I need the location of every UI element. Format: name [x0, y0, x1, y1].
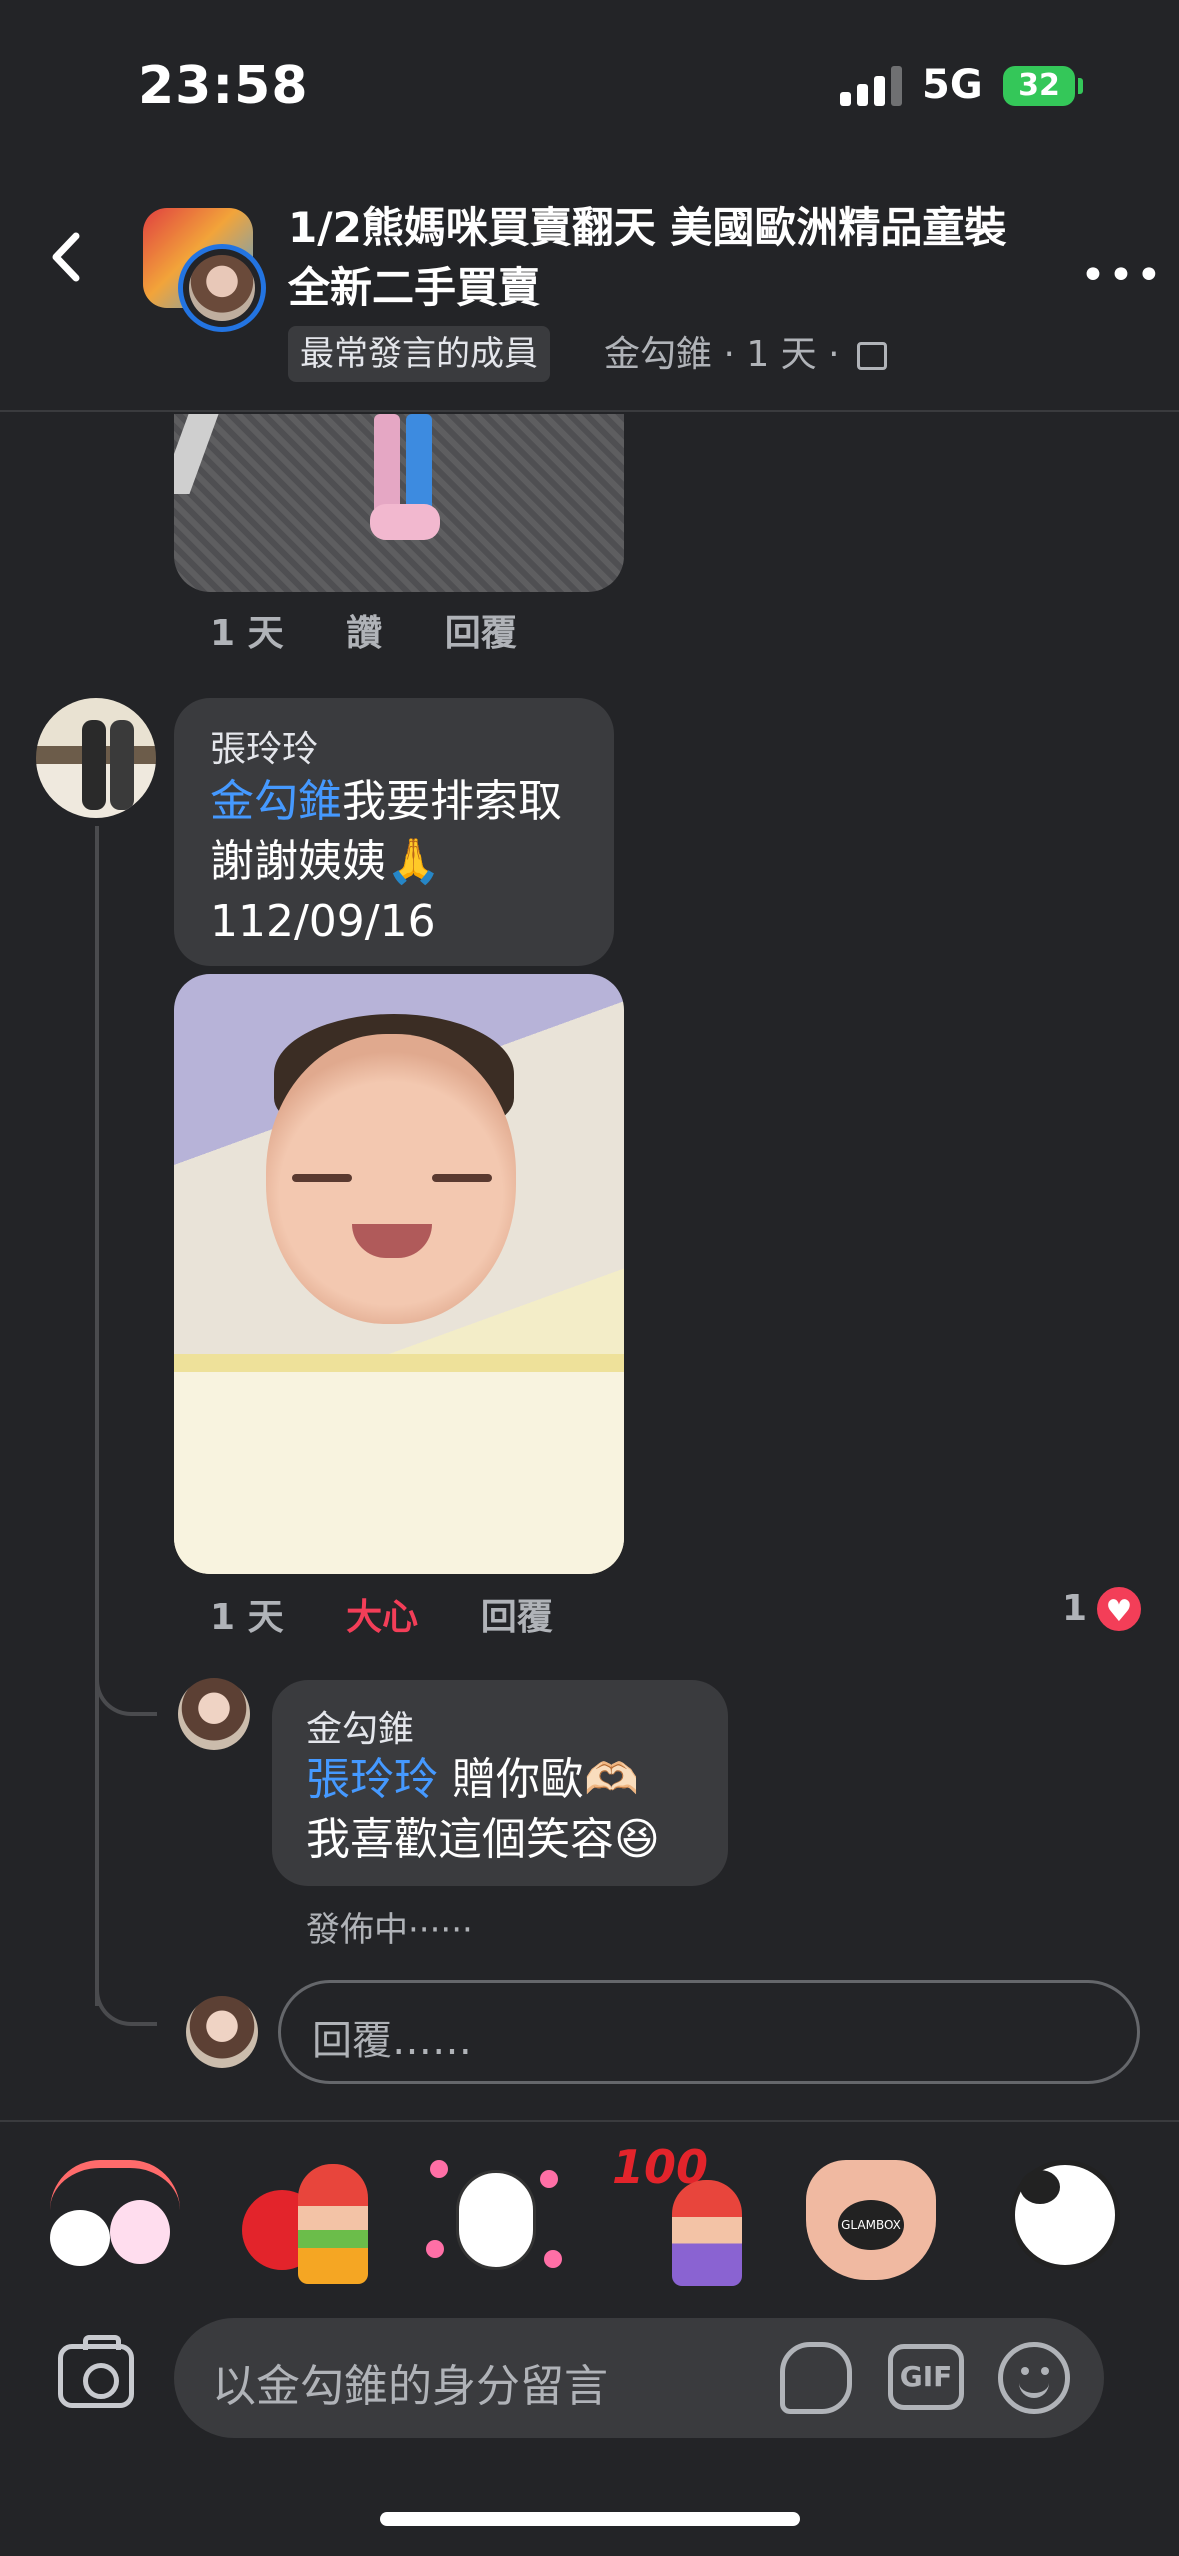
top-contributor-badge: 最常發言的成員	[288, 326, 550, 382]
sticker-heart-hands[interactable]: GLAMBOX	[796, 2140, 946, 2290]
status-time: 23:58	[138, 56, 309, 116]
gif-button[interactable]: GIF	[888, 2344, 964, 2410]
group-title[interactable]: 1/2熊媽咪買賣翻天 美國歐洲精品童裝全新二手買賣	[288, 198, 1048, 318]
mention-link[interactable]: 金勾錐	[210, 776, 342, 827]
thread-connector	[95, 1660, 157, 1716]
comment-line-3: 112/09/16	[210, 896, 436, 947]
avatar[interactable]	[178, 1678, 250, 1750]
comment-placeholder: 以金勾錐的身分留言	[212, 2361, 608, 2412]
member-avatar[interactable]	[178, 244, 266, 332]
sticker-hundred-girl[interactable]: 100	[612, 2140, 762, 2290]
reply-placeholder: 回覆……	[312, 2018, 472, 2064]
comment-author[interactable]: 張玲玲	[210, 720, 318, 772]
battery-tip	[1078, 78, 1083, 94]
sticker-kanahei[interactable]	[40, 2140, 190, 2290]
thread-connector	[95, 1970, 157, 2026]
network-type: 5G	[922, 62, 983, 108]
comment-line-1: 我要排索取	[342, 776, 562, 827]
comment-line-2: 謝謝姨姨🙏	[210, 836, 441, 887]
group-privacy-icon	[857, 342, 888, 370]
signal-icon	[840, 66, 902, 106]
reply-button[interactable]: 回覆	[481, 1597, 553, 1638]
love-reaction-button[interactable]: 大心	[346, 1597, 418, 1638]
reply-line-1: 贈你歐🫶🏻	[438, 1754, 639, 1805]
mention-link[interactable]: 張玲玲	[306, 1754, 438, 1805]
back-button[interactable]	[40, 222, 100, 292]
sticker-heart-girl[interactable]	[232, 2140, 382, 2290]
battery-icon: 32	[1003, 66, 1075, 106]
sticker-bear-hearts[interactable]	[420, 2140, 570, 2290]
comment-text: 金勾錐我要排索取	[210, 772, 562, 832]
reaction-count[interactable]: 1	[1062, 1588, 1087, 1629]
comment-photo-baby[interactable]	[174, 974, 624, 1574]
comment-bubble[interactable]: 張玲玲 金勾錐我要排索取 謝謝姨姨🙏 112/09/16	[174, 698, 614, 966]
avatar[interactable]	[36, 698, 156, 818]
post-meta: 金勾錐 · 1 天 ·	[604, 330, 888, 380]
thread-line	[95, 826, 99, 2006]
comment-actions: 1 天 讚 回覆	[210, 604, 567, 656]
heart-icon[interactable]: ♥	[1094, 1584, 1144, 1634]
comment-photo-street[interactable]	[174, 414, 624, 592]
composer-divider	[0, 2120, 1179, 2122]
reply-bubble[interactable]: 金勾錐 張玲玲 贈你歐🫶🏻 我喜歡這個笑容😆	[272, 1680, 728, 1886]
home-indicator	[380, 2512, 800, 2526]
reply-button[interactable]: 回覆	[445, 613, 517, 654]
chevron-left-icon	[52, 232, 80, 282]
avatar	[186, 1996, 258, 2068]
sticker-icon[interactable]	[780, 2342, 852, 2414]
camera-icon[interactable]	[58, 2335, 134, 2408]
comment-time: 1 天	[210, 613, 284, 654]
post-meta-text: 金勾錐 · 1 天 ·	[604, 334, 840, 375]
reply-author[interactable]: 金勾錐	[306, 1700, 414, 1752]
reply-text: 張玲玲 贈你歐🫶🏻	[306, 1750, 639, 1810]
more-options-icon[interactable]: •••	[1080, 250, 1164, 301]
like-button[interactable]: 讚	[346, 613, 382, 654]
reply-line-2: 我喜歡這個笑容😆	[306, 1814, 660, 1865]
posting-status: 發佈中······	[306, 1910, 473, 1950]
emoji-icon[interactable]	[998, 2342, 1070, 2414]
comment-time: 1 天	[210, 1597, 284, 1638]
sticker-cow[interactable]	[990, 2140, 1140, 2290]
comment-actions: 1 天 大心 回覆	[210, 1588, 603, 1640]
header-divider	[0, 410, 1179, 412]
